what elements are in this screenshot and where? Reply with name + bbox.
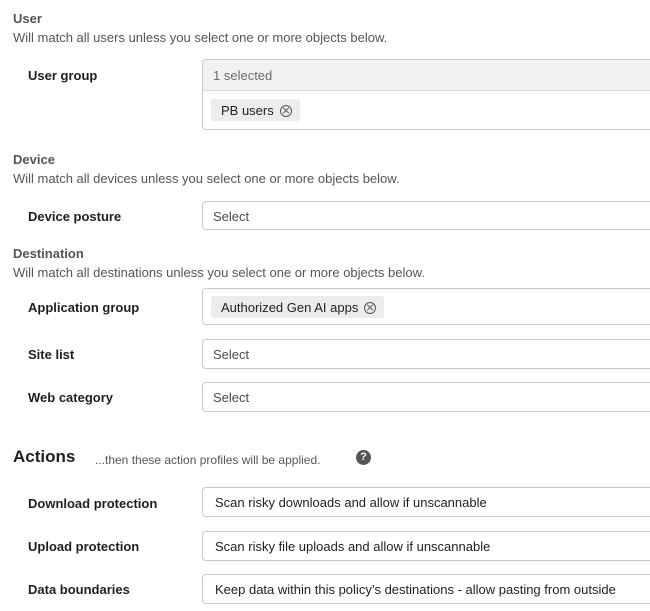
device-posture-label: Device posture (28, 209, 122, 224)
device-posture-placeholder: Select (213, 209, 250, 224)
question-circle-icon[interactable]: ? (356, 450, 371, 465)
application-group-field[interactable]: Authorized Gen AI apps (202, 288, 650, 325)
download-protection-select[interactable]: Scan risky downloads and allow if unscan… (202, 487, 650, 517)
user-group-field[interactable]: 1 selected PB users (202, 59, 650, 130)
device-posture-select[interactable]: Select (202, 201, 650, 230)
download-protection-label: Download protection (28, 496, 158, 511)
data-boundaries-label: Data boundaries (28, 582, 130, 597)
user-section-description: Will match all users unless you select o… (13, 30, 388, 45)
web-category-select[interactable]: Select (202, 382, 650, 412)
upload-protection-select[interactable]: Scan risky file uploads and allow if uns… (202, 531, 650, 561)
device-section-title: Device (13, 152, 55, 167)
site-list-label: Site list (28, 347, 75, 362)
remove-chip-icon[interactable] (364, 302, 377, 314)
application-group-chip: Authorized Gen AI apps (211, 296, 385, 318)
user-group-label: User group (28, 68, 98, 83)
actions-description: ...then these action profiles will be ap… (95, 453, 321, 467)
application-group-label: Application group (28, 300, 140, 315)
web-category-label: Web category (28, 390, 114, 405)
data-boundaries-select[interactable]: Keep data within this policy’s destinati… (202, 574, 650, 604)
remove-chip-icon[interactable] (279, 105, 292, 117)
site-list-placeholder: Select (213, 347, 250, 362)
user-group-chip: PB users (211, 99, 300, 121)
user-group-selected-count: 1 selected (213, 68, 273, 83)
device-section-description: Will match all devices unless you select… (13, 171, 400, 186)
destination-section-description: Will match all destinations unless you s… (13, 265, 425, 280)
upload-protection-value: Scan risky file uploads and allow if uns… (215, 539, 491, 554)
user-section-title: User (13, 11, 42, 26)
web-category-placeholder: Select (213, 390, 250, 405)
data-boundaries-value: Keep data within this policy’s destinati… (215, 582, 616, 597)
user-group-header[interactable]: 1 selected (203, 60, 650, 91)
chip-label: PB users (221, 102, 274, 118)
chip-label: Authorized Gen AI apps (221, 299, 359, 315)
actions-title: Actions (13, 447, 76, 466)
upload-protection-label: Upload protection (28, 539, 140, 554)
site-list-select[interactable]: Select (202, 339, 650, 369)
download-protection-value: Scan risky downloads and allow if unscan… (215, 495, 487, 510)
destination-section-title: Destination (13, 246, 84, 261)
